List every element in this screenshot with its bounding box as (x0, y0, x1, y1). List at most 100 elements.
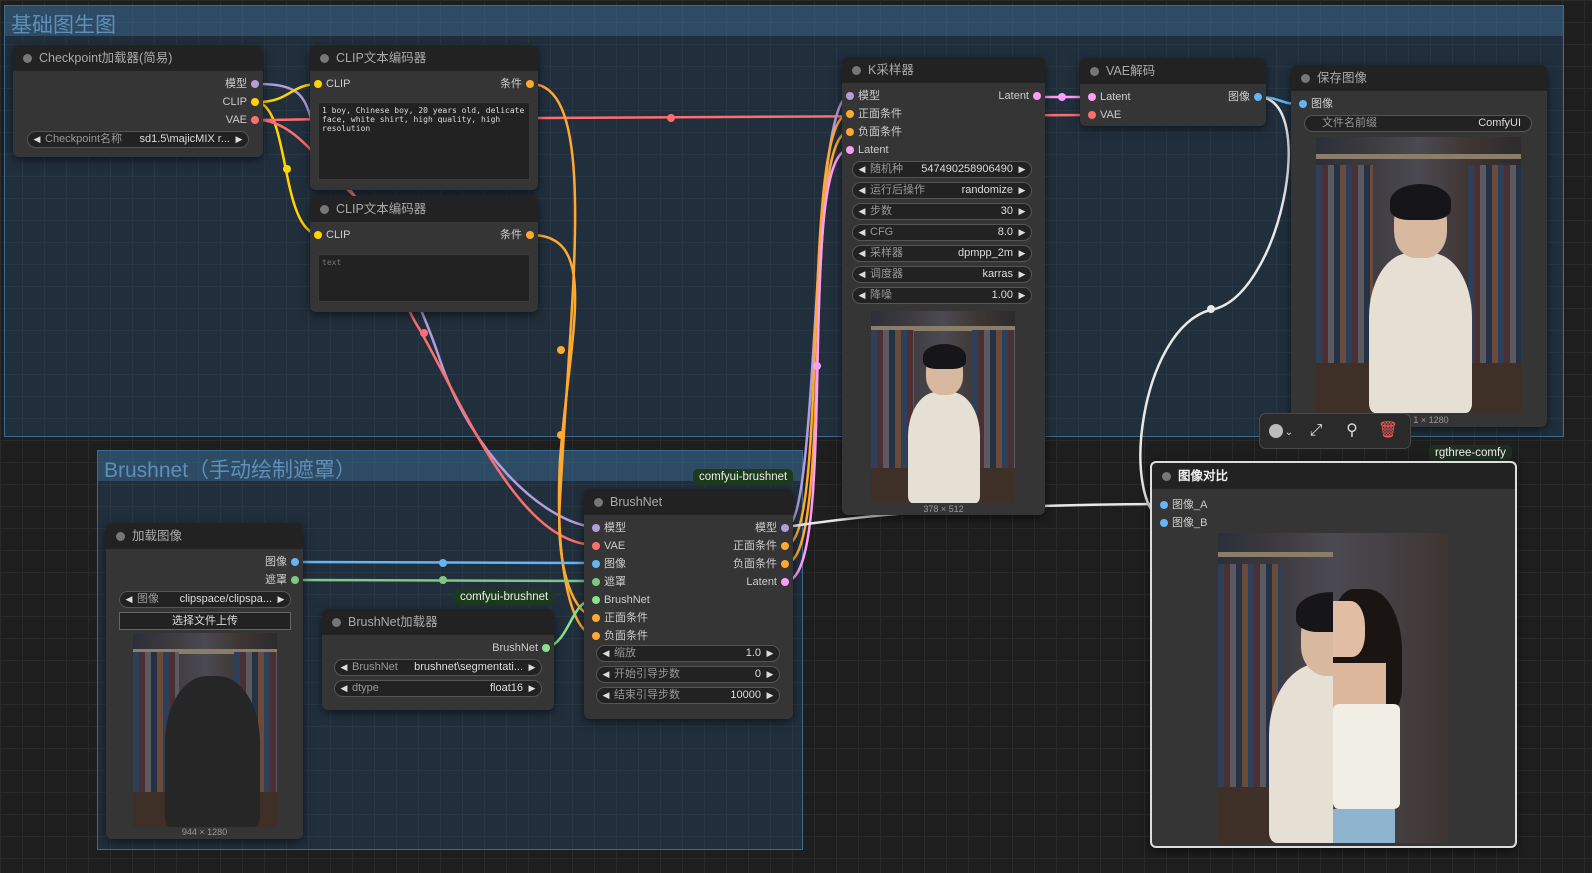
arrow-right-icon[interactable]: ▶ (764, 646, 776, 661)
arrow-left-icon[interactable]: ◀ (856, 162, 868, 177)
trash-icon[interactable]: 🗑 (1372, 414, 1404, 448)
socket-icon[interactable] (291, 558, 299, 566)
input-image-b[interactable]: 图像_B (1156, 516, 1207, 530)
socket-icon[interactable] (781, 560, 789, 568)
arrow-right-icon[interactable]: ▶ (1016, 204, 1028, 219)
arrow-right-icon[interactable]: ▶ (233, 132, 245, 147)
output-model[interactable]: 模型 (225, 77, 263, 91)
socket-icon[interactable] (846, 92, 854, 100)
input-mask[interactable]: 遮罩 (588, 575, 626, 589)
arrow-left-icon[interactable]: ◀ (600, 667, 612, 682)
arrow-right-icon[interactable]: ▶ (526, 681, 538, 696)
color-circle-icon[interactable]: ⌄ (1262, 414, 1300, 448)
filename-prefix-widget[interactable]: 文件名前缀 ComfyUI (1304, 115, 1532, 132)
arrow-left-icon[interactable]: ◀ (856, 246, 868, 261)
arrow-right-icon[interactable]: ▶ (1016, 288, 1028, 303)
socket-icon[interactable] (251, 80, 259, 88)
prompt-textarea[interactable]: text (318, 254, 530, 302)
socket-icon[interactable] (526, 231, 534, 239)
input-negative[interactable]: 负面条件 (842, 125, 902, 139)
node-save-image[interactable]: 保存图像 图像 文件名前缀 ComfyUI 1 × 1280 (1291, 65, 1547, 427)
socket-icon[interactable] (526, 80, 534, 88)
node-title[interactable]: VAE解码 (1080, 58, 1266, 84)
input-brushnet[interactable]: BrushNet (588, 593, 650, 607)
socket-icon[interactable] (781, 542, 789, 550)
node-title[interactable]: BrushNet加载器 (322, 609, 554, 635)
socket-icon[interactable] (592, 524, 600, 532)
collapse-dot-icon[interactable] (23, 54, 32, 63)
socket-icon[interactable] (592, 542, 600, 550)
steps-widget[interactable]: ◀ 步数 30 ▶ (852, 203, 1032, 220)
node-title[interactable]: BrushNet (584, 489, 793, 515)
socket-icon[interactable] (592, 578, 600, 586)
arrow-right-icon[interactable]: ▶ (764, 667, 776, 682)
collapse-dot-icon[interactable] (594, 498, 603, 507)
node-clip-text-encode-negative[interactable]: CLIP文本编码器 CLIP 条件 text (310, 196, 538, 312)
arrow-right-icon[interactable]: ▶ (526, 660, 538, 675)
node-title[interactable]: CLIP文本编码器 (310, 196, 538, 222)
arrow-right-icon[interactable]: ▶ (1016, 267, 1028, 282)
node-clip-text-encode-positive[interactable]: CLIP文本编码器 CLIP 条件 1 boy, Chinese boy, 20… (310, 45, 538, 190)
socket-icon[interactable] (291, 576, 299, 584)
input-positive[interactable]: 正面条件 (842, 107, 902, 121)
arrow-right-icon[interactable]: ▶ (275, 592, 287, 607)
output-image[interactable]: 图像 (265, 555, 303, 569)
output-conditioning[interactable]: 条件 (500, 77, 538, 91)
input-negative[interactable]: 负面条件 (588, 629, 648, 643)
prompt-textarea[interactable]: 1 boy, Chinese boy, 20 years old, delica… (318, 102, 530, 180)
socket-icon[interactable] (251, 98, 259, 106)
output-conditioning[interactable]: 条件 (500, 228, 538, 242)
node-brushnet[interactable]: BrushNet 模型 VAE 图像 遮罩 BrushNet 正面条件 负面条件… (584, 489, 793, 719)
brushnet-model-combo[interactable]: ◀ BrushNet brushnet\segmentati... ▶ (334, 659, 542, 676)
cfg-widget[interactable]: ◀ CFG 8.0 ▶ (852, 224, 1032, 241)
arrow-left-icon[interactable]: ◀ (856, 267, 868, 282)
arrow-left-icon[interactable]: ◀ (338, 681, 350, 696)
arrow-right-icon[interactable]: ▶ (1016, 246, 1028, 261)
socket-icon[interactable] (592, 596, 600, 604)
arrow-right-icon[interactable]: ▶ (1016, 162, 1028, 177)
node-brushnet-loader[interactable]: BrushNet加载器 BrushNet ◀ BrushNet brushnet\s… (322, 609, 554, 710)
output-negative[interactable]: 负面条件 (733, 557, 793, 571)
start-at-widget[interactable]: ◀ 开始引导步数 0 ▶ (596, 666, 780, 683)
output-model[interactable]: 模型 (755, 521, 793, 535)
socket-icon[interactable] (846, 128, 854, 136)
node-checkpoint-loader[interactable]: Checkpoint加载器(简易) 模型 CLIP VAE ◀ Checkpoi… (13, 45, 263, 157)
socket-icon[interactable] (1160, 519, 1168, 527)
socket-icon[interactable] (251, 116, 259, 124)
input-clip[interactable]: CLIP (310, 77, 350, 91)
input-image[interactable]: 图像 (588, 557, 626, 571)
output-latent[interactable]: Latent (998, 89, 1045, 103)
socket-icon[interactable] (846, 110, 854, 118)
socket-icon[interactable] (846, 146, 854, 154)
node-vae-decode[interactable]: VAE解码 Latent VAE 图像 (1080, 58, 1266, 126)
input-latent[interactable]: Latent (842, 143, 889, 157)
arrow-left-icon[interactable]: ◀ (31, 132, 43, 147)
socket-icon[interactable] (542, 644, 550, 652)
end-at-widget[interactable]: ◀ 结束引导步数 10000 ▶ (596, 687, 780, 704)
control-after-generate-widget[interactable]: ◀ 运行后操作 randomize ▶ (852, 182, 1032, 199)
collapse-dot-icon[interactable] (332, 618, 341, 627)
socket-icon[interactable] (592, 632, 600, 640)
socket-icon[interactable] (1088, 93, 1096, 101)
socket-icon[interactable] (1160, 501, 1168, 509)
ckpt-name-combo[interactable]: ◀ Checkpoint名称 sd1.5\majicMIX r... ▶ (27, 131, 249, 148)
input-vae[interactable]: VAE (588, 539, 625, 553)
dtype-combo[interactable]: ◀ dtype float16 ▶ (334, 680, 542, 697)
collapse-dot-icon[interactable] (116, 532, 125, 541)
arrow-left-icon[interactable]: ◀ (338, 660, 350, 675)
arrow-left-icon[interactable]: ◀ (600, 688, 612, 703)
socket-icon[interactable] (1254, 93, 1262, 101)
socket-icon[interactable] (781, 524, 789, 532)
arrow-left-icon[interactable]: ◀ (123, 592, 135, 607)
socket-icon[interactable] (314, 231, 322, 239)
socket-icon[interactable] (1088, 111, 1096, 119)
arrow-left-icon[interactable]: ◀ (856, 288, 868, 303)
socket-icon[interactable] (314, 80, 322, 88)
seed-widget[interactable]: ◀ 随机种 547490258906490 ▶ (852, 161, 1032, 178)
input-positive[interactable]: 正面条件 (588, 611, 648, 625)
comparison-image[interactable] (1218, 533, 1448, 843)
arrow-left-icon[interactable]: ◀ (856, 225, 868, 240)
output-vae[interactable]: VAE (226, 113, 263, 127)
collapse-dot-icon[interactable] (1162, 472, 1171, 481)
output-latent[interactable]: Latent (746, 575, 793, 589)
